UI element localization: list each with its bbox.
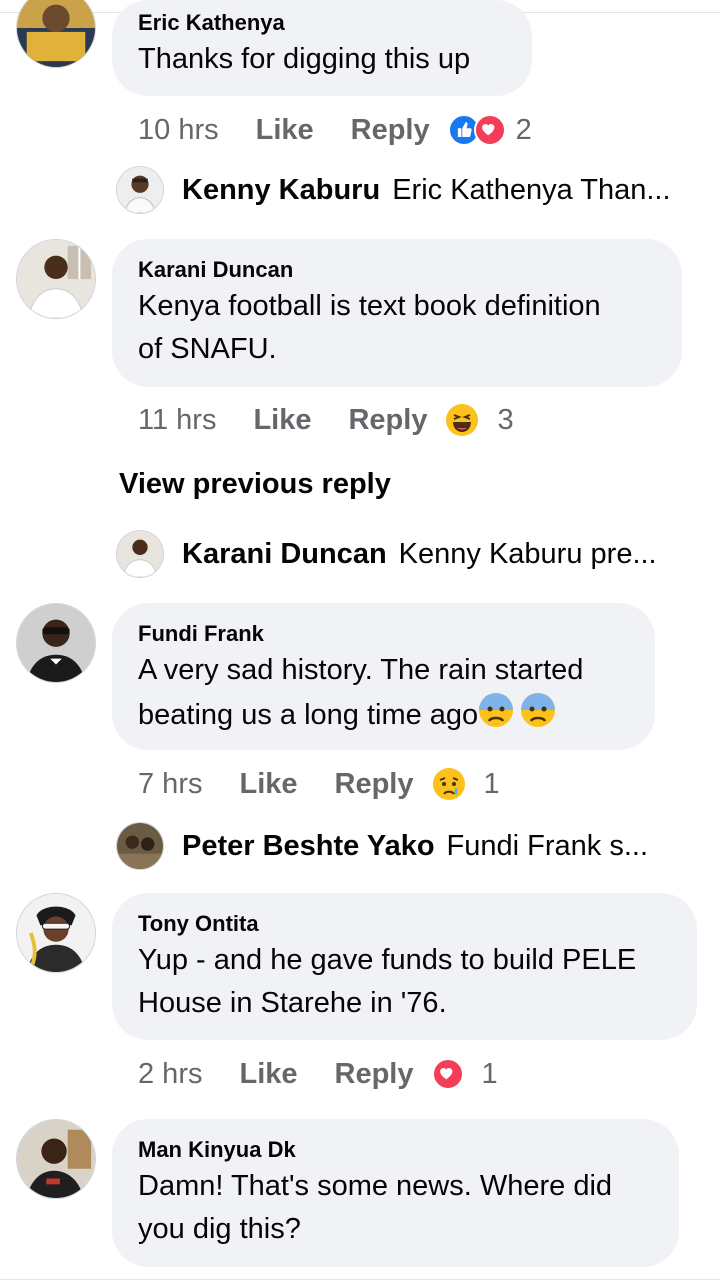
reaction-count: 2 [515, 113, 532, 146]
comment-text: Thanks for digging this up [138, 43, 471, 75]
laughing-emoji-icon [446, 404, 479, 436]
comment-text: you dig this? [138, 1213, 301, 1245]
comment-text: of SNAFU. [138, 333, 277, 365]
comment-time: 11 hrs [138, 403, 217, 436]
like-button[interactable]: Like [239, 768, 297, 801]
comment-text: A very sad history. The rain started [138, 654, 584, 686]
comment-text-line: beating us a long time ago [138, 692, 629, 737]
comment-actions: 11 hrs Like Reply 3 [138, 400, 514, 440]
anxious-emoji-icon [521, 693, 556, 727]
reaction-summary[interactable] [432, 767, 466, 801]
comment-author[interactable]: Fundi Frank [138, 621, 629, 647]
comment-bubble: Karani Duncan Kenya football is text boo… [112, 239, 682, 387]
comment-text: Kenya football is text book definition [138, 290, 601, 322]
avatar[interactable] [116, 530, 164, 578]
avatar[interactable] [16, 1119, 96, 1199]
reply-text: Fundi Frank s... [446, 830, 649, 862]
comment-text: House in Starehe in '76. [138, 987, 447, 1019]
reply-preview[interactable]: Karani Duncan Kenny Kaburu pre... [182, 538, 657, 571]
avatar[interactable] [16, 603, 96, 683]
reply-button[interactable]: Reply [335, 1058, 414, 1091]
avatar[interactable] [116, 166, 164, 214]
reply-author[interactable]: Peter Beshte Yako [182, 830, 435, 863]
reply-button[interactable]: Reply [348, 404, 427, 437]
reaction-count: 3 [497, 403, 514, 436]
reaction-summary[interactable] [447, 114, 506, 146]
comment-author[interactable]: Eric Kathenya [138, 10, 506, 36]
comment-time: 10 hrs [138, 113, 219, 146]
anxious-emoji-icon [479, 693, 514, 727]
comment-text: Damn! That's some news. Where did [138, 1170, 613, 1202]
like-button[interactable]: Like [253, 404, 311, 437]
love-reaction-icon [431, 1058, 464, 1090]
reaction-count: 1 [483, 767, 500, 800]
comment-actions: 10 hrs Like Reply 2 [138, 110, 532, 150]
like-button[interactable]: Like [239, 1058, 297, 1091]
reply-text: Kenny Kaburu pre... [398, 538, 657, 570]
reply-button[interactable]: Reply [335, 768, 414, 801]
comment-bubble: Eric Kathenya Thanks for digging this up [112, 0, 532, 96]
comment-actions: 2 hrs Like Reply 1 [138, 1054, 498, 1094]
avatar[interactable] [16, 0, 96, 68]
crying-emoji-icon [432, 768, 465, 800]
avatar[interactable] [16, 893, 96, 973]
bottom-divider [0, 1279, 720, 1280]
comment-time: 7 hrs [138, 767, 203, 800]
reply-preview[interactable]: Peter Beshte Yako Fundi Frank s... [182, 830, 648, 863]
reply-button[interactable]: Reply [351, 114, 430, 147]
love-reaction-icon [473, 114, 506, 146]
comment-bubble: Tony Ontita Yup - and he gave funds to b… [112, 893, 697, 1040]
reply-author[interactable]: Karani Duncan [182, 538, 387, 571]
comment-author[interactable]: Man Kinyua Dk [138, 1137, 653, 1163]
avatar[interactable] [16, 239, 96, 319]
view-previous-reply-link[interactable]: View previous reply [119, 468, 391, 501]
reply-text: Eric Kathenya Than... [392, 174, 671, 206]
reaction-summary[interactable] [445, 403, 479, 437]
comment-author[interactable]: Tony Ontita [138, 911, 671, 937]
comment-author[interactable]: Karani Duncan [138, 257, 656, 283]
like-button[interactable]: Like [256, 114, 314, 147]
comment-bubble: Man Kinyua Dk Damn! That's some news. Wh… [112, 1119, 679, 1267]
comment-actions: 7 hrs Like Reply 1 [138, 764, 500, 804]
comment-time: 2 hrs [138, 1057, 203, 1090]
avatar[interactable] [116, 822, 164, 870]
reply-preview[interactable]: Kenny Kaburu Eric Kathenya Than... [182, 174, 671, 207]
reply-author[interactable]: Kenny Kaburu [182, 174, 380, 207]
reaction-count: 1 [481, 1057, 498, 1090]
reaction-summary[interactable] [431, 1058, 464, 1090]
comment-text: Yup - and he gave funds to build PELE [138, 944, 637, 976]
comment-bubble: Fundi Frank A very sad history. The rain… [112, 603, 655, 750]
comment-text: beating us a long time ago [138, 699, 479, 731]
